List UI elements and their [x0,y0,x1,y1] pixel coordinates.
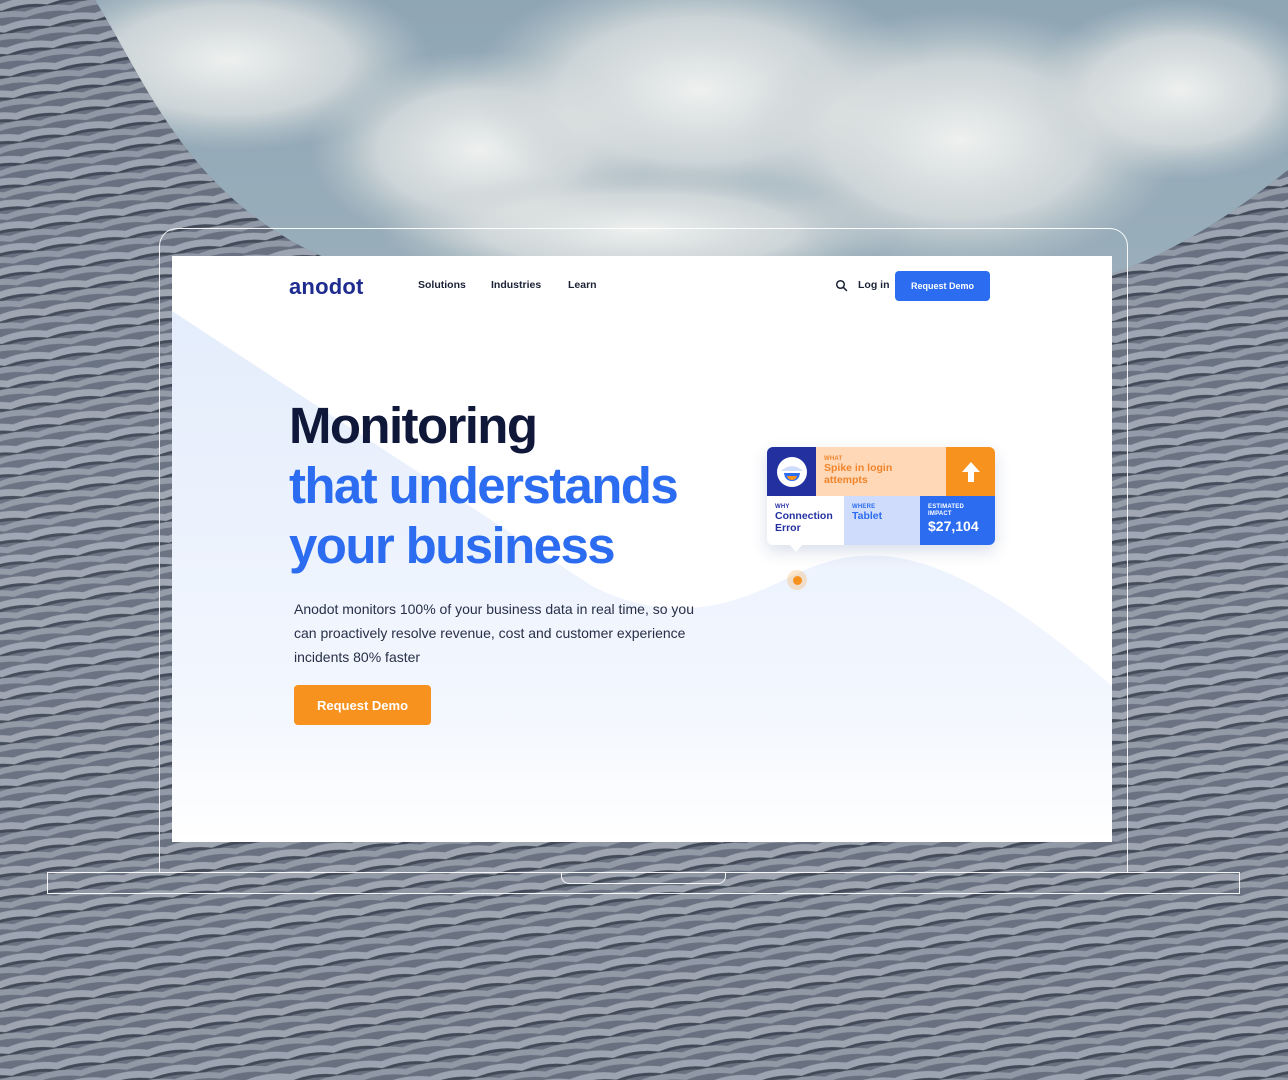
arrow-up-icon [961,461,980,482]
nav-link-learn[interactable]: Learn [568,279,597,291]
anodot-logo[interactable]: anodot [289,274,364,300]
nav-request-demo-button[interactable]: Request Demo [895,271,990,301]
nav-link-industries[interactable]: Industries [491,279,541,291]
what-value: Spike in login attempts [824,462,893,486]
hero-description: Anodot monitors 100% of your business da… [294,601,694,665]
card-why-cell: WHY Connection Error [767,496,844,545]
hero-request-demo-button[interactable]: Request Demo [294,685,431,725]
alert-face-icon [776,456,807,487]
card-what-cell: WHAT Spike in login attempts [816,447,946,496]
hero-title-line-2: that understands [289,457,679,514]
logo-text: anodot [289,274,364,299]
laptop-notch [561,872,726,884]
anomaly-marker-dot [787,570,807,590]
card-impact-cell: ESTIMATED IMPACT $27,104 [920,496,995,545]
hero-title-line-1: Monitoring [289,397,538,454]
top-navigation: anodot Solutions Industries Learn Log in… [172,256,1112,316]
card-arrow-cell [946,447,995,496]
impact-value: $27,104 [928,518,979,534]
where-value: Tablet [852,510,883,522]
search-icon[interactable] [835,279,848,292]
card-avatar [767,447,816,496]
card-pointer [789,544,803,552]
nav-link-solutions[interactable]: Solutions [418,279,466,291]
why-value: Connection Error [775,510,833,534]
laptop-screen: anodot Solutions Industries Learn Log in… [172,256,1112,842]
card-where-cell: WHERE Tablet [844,496,920,545]
anomaly-insight-card: WHAT Spike in login attempts WHY Connect… [767,447,995,545]
hero-title: Monitoring that understands your busines… [289,396,679,576]
login-link[interactable]: Log in [858,279,890,291]
hero-title-line-3: your business [289,517,616,574]
impact-label: ESTIMATED IMPACT [928,504,965,517]
